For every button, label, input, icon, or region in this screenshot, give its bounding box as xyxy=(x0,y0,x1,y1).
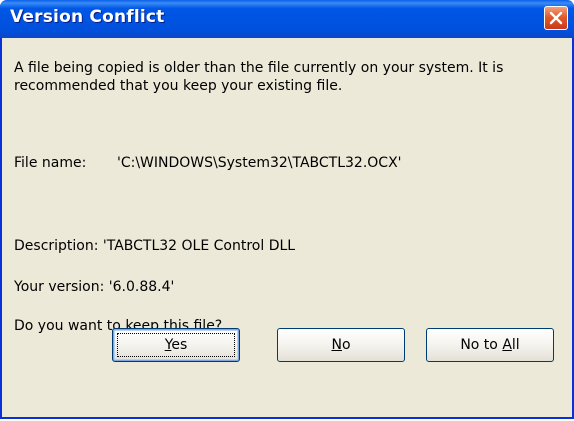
version-conflict-dialog: Version Conflict A file being copied is … xyxy=(0,0,574,419)
title-bar[interactable]: Version Conflict xyxy=(0,0,574,38)
yes-button[interactable]: Yes xyxy=(112,328,240,362)
close-icon xyxy=(549,11,563,25)
description-text: Description: 'TABCTL32 OLE Control DLL xyxy=(14,238,296,254)
conflict-message: A file being copied is older than the fi… xyxy=(14,60,504,94)
no-to-all-button-label: No to All xyxy=(460,337,520,353)
focus-rectangle xyxy=(117,333,235,357)
no-button[interactable]: No xyxy=(277,328,405,362)
file-name-label: File name: xyxy=(14,155,87,171)
no-button-label: No xyxy=(331,337,351,353)
window-title: Version Conflict xyxy=(10,7,165,27)
version-text: Your version: '6.0.88.4' xyxy=(14,279,175,295)
file-name-value: 'C:\WINDOWS\System32\TABCTL32.OCX' xyxy=(117,155,402,171)
close-button[interactable] xyxy=(544,6,568,30)
no-to-all-button[interactable]: No to All xyxy=(426,328,554,362)
